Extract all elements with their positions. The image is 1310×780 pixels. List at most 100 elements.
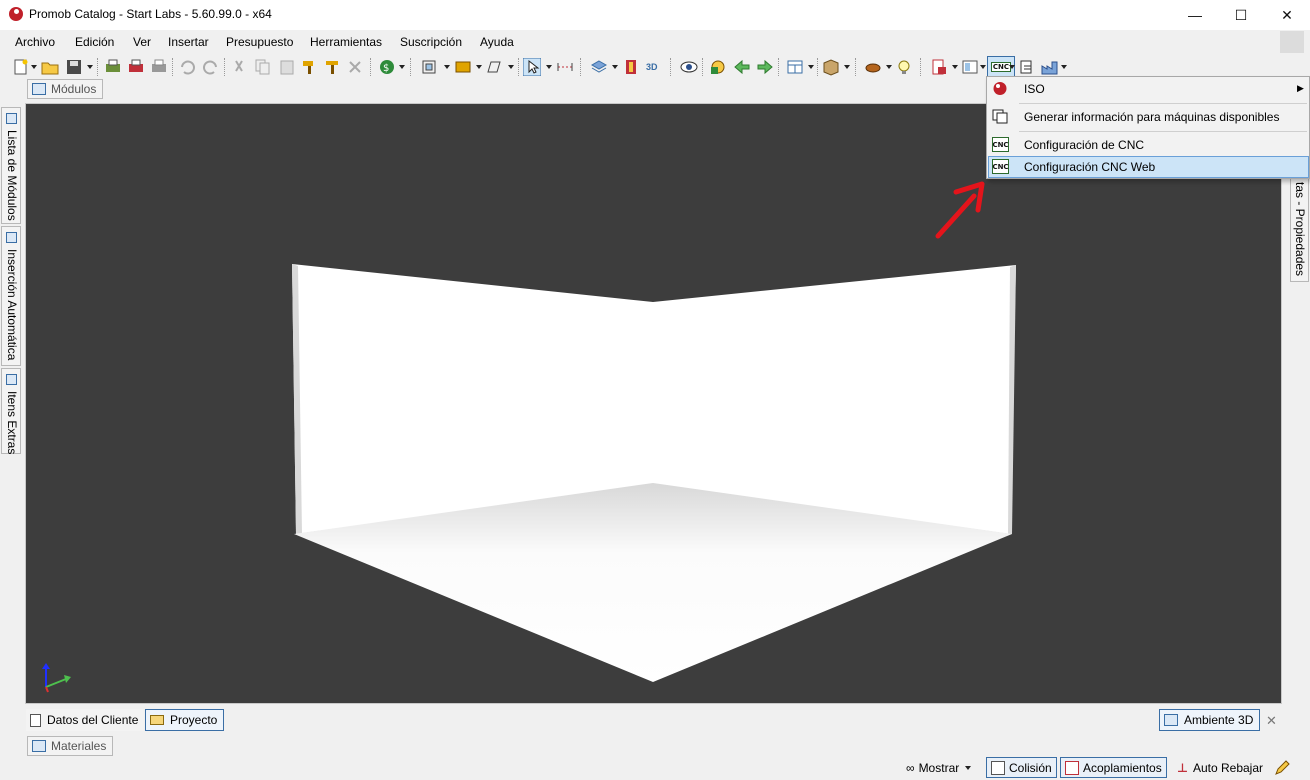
delete-icon[interactable] xyxy=(346,58,364,76)
package-dropdown-icon[interactable] xyxy=(844,65,850,69)
shape-dropdown-icon[interactable] xyxy=(508,65,514,69)
tools-icon[interactable] xyxy=(864,58,882,76)
print-preview-icon[interactable] xyxy=(104,58,122,76)
dimension-icon[interactable] xyxy=(622,58,640,76)
menu-item-configuracion-cnc-web[interactable]: CNC Configuración CNC Web xyxy=(988,156,1309,178)
tab-lista-de-modulos-label: Lista de Módulos xyxy=(5,130,19,221)
tab-propiedades-label: tas - Propiedades xyxy=(1293,182,1307,277)
tab-proyecto[interactable]: Proyecto xyxy=(145,709,225,731)
menu-item-configuracion-cnc[interactable]: CNC Configuración de CNC xyxy=(988,134,1309,156)
layers-dropdown-icon[interactable] xyxy=(612,65,618,69)
menubar-scroll-button[interactable] xyxy=(1280,31,1304,53)
menu-item-iso[interactable]: ISO ▶ xyxy=(988,78,1309,100)
submenu-arrow-icon: ▶ xyxy=(1297,83,1304,93)
properties-icon[interactable] xyxy=(961,58,979,76)
menu-archivo[interactable]: Archivo xyxy=(15,35,55,49)
acoplamientos-toggle[interactable]: Acoplamientos xyxy=(1060,757,1167,778)
menu-item-configuracion-cnc-web-label: Configuración CNC Web xyxy=(1024,160,1156,174)
arrow-right-icon[interactable] xyxy=(756,58,774,76)
close-tab-icon[interactable]: ✕ xyxy=(1266,713,1277,729)
lightbulb-icon[interactable] xyxy=(896,58,914,76)
menu-presupuesto[interactable]: Presupuesto xyxy=(226,35,293,49)
document-icon xyxy=(30,713,41,727)
format-painter-icon[interactable] xyxy=(300,58,318,76)
auto-rebajar-toggle[interactable]: ⊥ Auto Rebajar xyxy=(1173,757,1267,778)
measure-icon[interactable] xyxy=(556,58,574,76)
select-dropdown-icon[interactable] xyxy=(546,65,552,69)
save-dropdown-icon[interactable] xyxy=(87,65,93,69)
tab-itens-extras[interactable]: Itens Extras xyxy=(1,368,21,454)
tab-insercion-automatica-label: Inserción Automática xyxy=(5,249,19,361)
cut-icon[interactable] xyxy=(230,58,248,76)
close-button[interactable]: ✕ xyxy=(1264,0,1310,30)
new-file-dropdown-icon[interactable] xyxy=(31,65,37,69)
tab-propiedades[interactable]: tas - Propiedades xyxy=(1290,178,1309,282)
copy-icon[interactable] xyxy=(254,58,272,76)
tab-modulos[interactable]: Módulos xyxy=(27,79,104,99)
group-dropdown-icon[interactable] xyxy=(444,65,450,69)
menu-separator xyxy=(1019,131,1307,132)
menu-suscripcion[interactable]: Suscripción xyxy=(400,35,462,49)
undo-icon[interactable] xyxy=(178,58,196,76)
colision-label: Colisión xyxy=(1009,760,1052,775)
toolbar-separator xyxy=(370,58,371,76)
paste-icon[interactable] xyxy=(278,58,296,76)
select-pointer-icon[interactable] xyxy=(523,58,541,76)
menu-insertar[interactable]: Insertar xyxy=(168,35,209,49)
arrow-left-icon[interactable] xyxy=(733,58,751,76)
window-view-dropdown-icon[interactable] xyxy=(808,65,814,69)
open-folder-icon[interactable] xyxy=(41,58,59,76)
mostrar-button[interactable]: ∞ Mostrar xyxy=(902,757,975,778)
tab-lista-de-modulos[interactable]: Lista de Módulos xyxy=(1,107,21,224)
tab-materiales[interactable]: Materiales xyxy=(27,736,114,756)
layout-icon[interactable] xyxy=(454,58,472,76)
tab-itens-extras-label: Itens Extras xyxy=(5,391,19,455)
menu-ayuda[interactable]: Ayuda xyxy=(480,35,514,49)
toolbar-separator xyxy=(410,58,411,76)
shape-icon[interactable] xyxy=(485,58,503,76)
pencil-icon[interactable] xyxy=(1273,759,1291,777)
cnc-dropdown-icon[interactable] xyxy=(1009,65,1015,69)
printer-icon[interactable] xyxy=(150,58,168,76)
render-icon[interactable] xyxy=(709,58,727,76)
rebajar-icon: ⊥ xyxy=(1177,760,1188,775)
package-icon[interactable] xyxy=(822,58,840,76)
menu-item-configuracion-cnc-label: Configuración de CNC xyxy=(1024,138,1145,152)
budget-dropdown-icon[interactable] xyxy=(399,65,405,69)
new-file-icon[interactable] xyxy=(12,58,30,76)
report-icon[interactable] xyxy=(930,58,948,76)
minimize-button[interactable]: — xyxy=(1172,0,1218,30)
colision-toggle[interactable]: Colisión xyxy=(986,757,1057,778)
print-icon[interactable] xyxy=(127,58,145,76)
factory-dropdown-icon[interactable] xyxy=(1061,65,1067,69)
3d-scene xyxy=(42,264,1016,693)
redo-icon[interactable] xyxy=(202,58,220,76)
budget-icon[interactable]: $ xyxy=(378,58,396,76)
layout-dropdown-icon[interactable] xyxy=(476,65,482,69)
menu-edicion[interactable]: Edición xyxy=(75,35,114,49)
collision-icon xyxy=(991,760,1005,775)
menu-item-generar-informacion-label: Generar información para máquinas dispon… xyxy=(1024,110,1280,124)
tab-insercion-automatica[interactable]: Inserción Automática xyxy=(1,226,21,366)
menu-item-generar-informacion[interactable]: Generar información para máquinas dispon… xyxy=(988,106,1309,128)
tab-datos-del-cliente[interactable]: Datos del Cliente xyxy=(26,709,145,731)
factory-icon[interactable] xyxy=(1041,58,1059,76)
layers-icon[interactable] xyxy=(590,58,608,76)
export-icon[interactable] xyxy=(1018,58,1036,76)
menu-ver[interactable]: Ver xyxy=(133,35,151,49)
report-dropdown-icon[interactable] xyxy=(952,65,958,69)
tab-proyecto-label: Proyecto xyxy=(170,713,218,727)
properties-dropdown-icon[interactable] xyxy=(980,65,986,69)
3d-viewport[interactable] xyxy=(25,103,1282,704)
view-3d-icon[interactable]: 3D xyxy=(646,58,664,76)
window-view-icon[interactable] xyxy=(786,58,804,76)
maximize-button[interactable]: ☐ xyxy=(1218,0,1264,30)
menu-herramientas[interactable]: Herramientas xyxy=(310,35,382,49)
tools-dropdown-icon[interactable] xyxy=(886,65,892,69)
group-icon[interactable] xyxy=(420,58,438,76)
save-icon[interactable] xyxy=(65,58,83,76)
tab-ambiente-3d[interactable]: Ambiente 3D xyxy=(1159,709,1261,731)
tab-ambiente-3d-label: Ambiente 3D xyxy=(1184,713,1254,727)
eye-icon[interactable] xyxy=(680,58,698,76)
brush-icon[interactable] xyxy=(323,58,341,76)
